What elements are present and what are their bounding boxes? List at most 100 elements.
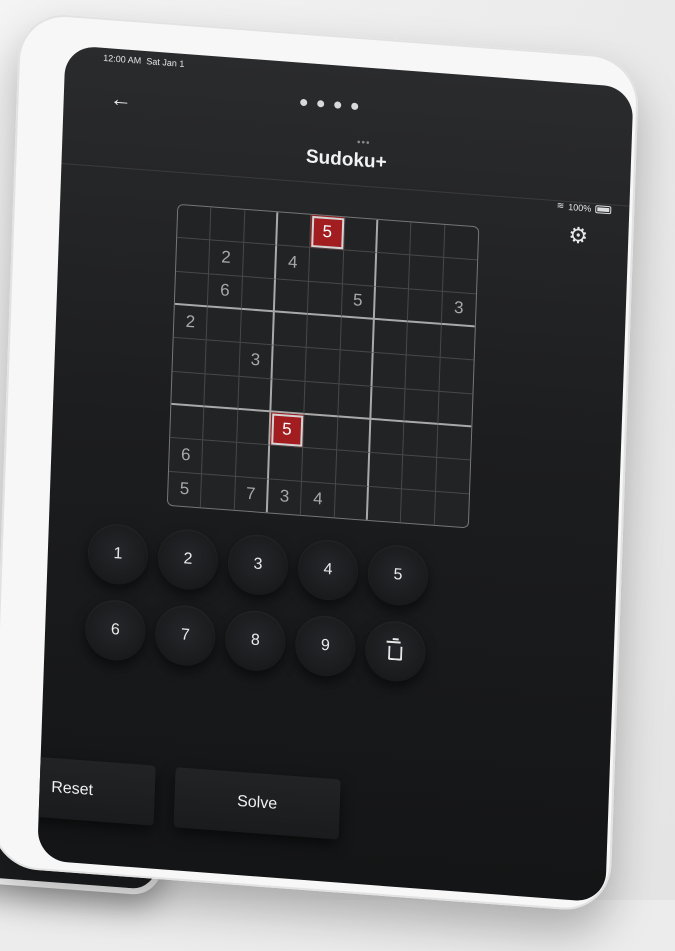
sudoku-cell[interactable]: 3 — [441, 291, 476, 328]
sudoku-cell[interactable] — [404, 389, 440, 425]
sudoku-cell[interactable] — [205, 340, 241, 377]
key-8[interactable]: 8 — [224, 608, 287, 674]
sudoku-cell[interactable] — [277, 212, 312, 249]
sudoku-cell[interactable]: 6 — [208, 274, 243, 310]
sudoku-cell[interactable]: 2 — [173, 304, 209, 341]
key-4[interactable]: 4 — [296, 537, 360, 603]
sudoku-cell[interactable] — [236, 409, 272, 446]
sudoku-cell[interactable]: 7 — [234, 476, 269, 513]
sudoku-cell[interactable] — [409, 255, 444, 292]
sudoku-cell[interactable]: 4 — [301, 481, 336, 518]
sudoku-cell[interactable] — [306, 314, 342, 351]
sudoku-cell[interactable] — [274, 279, 310, 315]
key-3[interactable]: 3 — [226, 532, 290, 598]
sudoku-cell[interactable] — [371, 386, 406, 423]
sudoku-cell[interactable] — [439, 358, 474, 395]
sudoku-cell[interactable] — [442, 258, 478, 295]
sudoku-cell[interactable] — [370, 419, 405, 456]
sudoku-cell[interactable] — [240, 309, 275, 346]
key-9[interactable]: 9 — [294, 613, 357, 679]
sudoku-cell[interactable] — [403, 422, 438, 459]
sudoku-cell[interactable] — [374, 286, 410, 323]
sudoku-cell[interactable] — [171, 371, 206, 408]
sudoku-cell[interactable] — [340, 317, 375, 354]
sudoku-cell[interactable] — [241, 276, 276, 313]
sudoku-cell[interactable] — [308, 281, 343, 318]
sudoku-cell[interactable] — [202, 440, 237, 477]
sudoku-cell[interactable] — [201, 474, 236, 510]
sudoku-cell[interactable]: 3 — [267, 479, 303, 515]
sudoku-cell[interactable] — [410, 222, 445, 259]
sudoku-cell[interactable] — [401, 489, 436, 525]
sudoku-cell[interactable] — [273, 312, 309, 349]
sudoku-cell[interactable]: 5 — [167, 471, 203, 508]
sudoku-cell[interactable] — [435, 458, 471, 495]
sudoku-cell[interactable] — [271, 379, 306, 415]
sudoku-cell[interactable] — [342, 250, 378, 287]
sudoku-cell[interactable] — [408, 289, 443, 325]
sudoku-cell[interactable] — [304, 381, 340, 418]
settings-button[interactable]: ⚙ — [566, 222, 591, 249]
sudoku-cell[interactable] — [170, 404, 205, 441]
sudoku-cell[interactable] — [343, 217, 379, 254]
sudoku-cell[interactable] — [268, 445, 304, 482]
sudoku-cell[interactable] — [203, 407, 238, 444]
camera-indicator — [300, 98, 359, 111]
sudoku-cell[interactable] — [406, 322, 442, 359]
key-5[interactable]: 5 — [366, 543, 430, 608]
sudoku-cell[interactable] — [204, 374, 240, 410]
sudoku-cell[interactable] — [367, 486, 403, 523]
sudoku-cell[interactable] — [443, 224, 479, 261]
sudoku-cell[interactable]: 5 — [310, 214, 345, 251]
sudoku-cell[interactable] — [243, 209, 279, 246]
sudoku-cell[interactable] — [434, 492, 468, 528]
sudoku-cell[interactable]: 2 — [209, 240, 244, 277]
sudoku-cell[interactable] — [377, 219, 412, 256]
key-6[interactable]: 6 — [84, 598, 147, 663]
sudoku-cell[interactable] — [334, 484, 369, 520]
multitask-handle[interactable]: ••• — [357, 137, 371, 149]
sudoku-cell[interactable] — [235, 443, 271, 480]
sudoku-cell[interactable] — [177, 204, 212, 241]
sudoku-cell[interactable]: 6 — [168, 438, 204, 475]
sudoku-cell[interactable] — [272, 345, 307, 382]
key-7[interactable]: 7 — [154, 603, 217, 668]
sudoku-cell[interactable] — [336, 417, 372, 454]
sudoku-cell[interactable] — [402, 455, 437, 492]
sudoku-cell[interactable] — [373, 319, 409, 356]
sudoku-cell[interactable]: 5 — [270, 412, 305, 449]
sudoku-cell[interactable] — [339, 350, 374, 387]
sudoku-cell[interactable] — [175, 238, 211, 275]
sudoku-cell[interactable] — [436, 424, 472, 461]
wifi-icon: ≋ — [556, 200, 565, 211]
sudoku-cell[interactable] — [302, 448, 337, 485]
key-2[interactable]: 2 — [156, 527, 220, 592]
sudoku-cell[interactable]: 5 — [341, 284, 376, 320]
sudoku-cell[interactable] — [437, 391, 473, 428]
sudoku-cell[interactable] — [440, 324, 475, 361]
sudoku-cell[interactable] — [405, 355, 441, 392]
sudoku-cell[interactable] — [242, 243, 278, 280]
sudoku-cell[interactable] — [206, 307, 242, 344]
sudoku-cell[interactable] — [210, 207, 245, 244]
sudoku-cell[interactable] — [368, 453, 404, 490]
status-date: Sat Jan 1 — [146, 56, 185, 69]
sudoku-cell[interactable]: 3 — [239, 343, 274, 380]
sudoku-cell[interactable] — [172, 338, 207, 375]
battery-icon — [595, 204, 612, 214]
solve-button[interactable]: Solve — [173, 767, 341, 840]
sudoku-cell[interactable] — [305, 348, 341, 385]
sudoku-cell[interactable] — [237, 376, 273, 413]
sudoku-cell[interactable] — [309, 248, 344, 285]
back-button[interactable]: ← — [109, 85, 134, 112]
sudoku-cell[interactable]: 4 — [275, 245, 311, 282]
reset-button[interactable]: Reset — [37, 753, 156, 826]
sudoku-cell[interactable] — [372, 353, 407, 390]
key-1[interactable]: 1 — [86, 522, 150, 587]
sudoku-cell[interactable] — [375, 253, 411, 290]
sudoku-cell[interactable] — [337, 384, 373, 420]
sudoku-cell[interactable] — [335, 450, 371, 487]
delete-button[interactable] — [364, 619, 427, 684]
sudoku-cell[interactable] — [174, 271, 210, 308]
sudoku-cell[interactable] — [303, 414, 338, 451]
